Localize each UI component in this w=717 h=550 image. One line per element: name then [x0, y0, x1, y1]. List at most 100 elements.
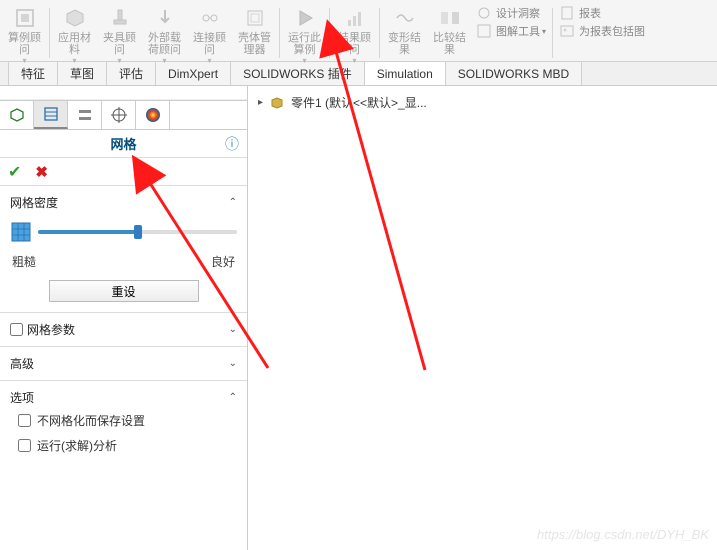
- separator: [329, 8, 330, 58]
- panel-tab-2[interactable]: [34, 101, 68, 129]
- chevron-up-icon: ⌃: [229, 392, 237, 403]
- panel-tab-5[interactable]: [136, 101, 170, 129]
- ribbon-label: 连接顾 问: [193, 32, 226, 56]
- panel-tab-4[interactable]: [102, 101, 136, 129]
- panel-header: 网格 ⓘ: [0, 130, 247, 158]
- mesh-params-checkbox[interactable]: [10, 323, 23, 336]
- mesh-density-header[interactable]: 网格密度 ⌃: [10, 192, 237, 213]
- ribbon-toolbar: 算例顾 问 ▾ 应用材 料 ▾ 夹具顾 问 ▾ 外部载 荷顾问 ▾ 连接顾 问 …: [0, 0, 717, 62]
- external-loads-button[interactable]: 外部载 荷顾问 ▾: [142, 4, 187, 67]
- ribbon-label: 外部载 荷顾问: [148, 32, 181, 56]
- tab-mbd[interactable]: SOLIDWORKS MBD: [446, 62, 582, 85]
- ribbon-label: 结果顾 问: [338, 32, 371, 56]
- load-icon: [153, 6, 177, 30]
- panel-tab-3[interactable]: [68, 101, 102, 129]
- coarse-label: 粗糙: [12, 253, 36, 270]
- study-advisor-button[interactable]: 算例顾 问 ▾: [2, 4, 47, 67]
- chevron-down-icon: ▾: [207, 56, 211, 65]
- report-button[interactable]: 报表: [559, 4, 645, 22]
- slider-labels: 粗糙 良好: [10, 253, 237, 270]
- fine-label: 良好: [211, 253, 235, 270]
- cancel-button[interactable]: ✖: [35, 163, 48, 181]
- mesh-density-icon: [10, 221, 32, 243]
- option-run-solve[interactable]: 运行(求解)分析: [10, 433, 237, 458]
- advanced-header[interactable]: 高级 ⌄: [10, 353, 237, 374]
- design-insight-button[interactable]: 设计洞察: [476, 4, 546, 22]
- mesh-params-section: 网格参数 ⌄: [0, 313, 247, 347]
- shell-manager-button[interactable]: 壳体管 理器: [232, 4, 277, 58]
- chevron-down-icon: ▾: [352, 56, 356, 65]
- chevron-down-icon: ⌄: [229, 358, 237, 369]
- ribbon-small-label: 图解工具: [496, 23, 540, 39]
- option-no-mesh-save[interactable]: 不网格化而保存设置: [10, 408, 237, 433]
- chevron-down-icon: ⌄: [229, 324, 237, 335]
- ribbon-small-label: 报表: [579, 5, 601, 21]
- ribbon-report-group: 报表 为报表包括图: [555, 4, 649, 40]
- results-icon: [343, 6, 367, 30]
- panel-tab-1[interactable]: [0, 101, 34, 129]
- slider-thumb[interactable]: [134, 225, 142, 239]
- plot-icon: [476, 23, 492, 39]
- checkbox[interactable]: [18, 439, 31, 452]
- apply-material-button[interactable]: 应用材 料 ▾: [52, 4, 97, 67]
- run-study-button[interactable]: 运行此 算例 ▾: [282, 4, 327, 67]
- ribbon-label: 比较结 果: [433, 32, 466, 56]
- insight-icon: [476, 5, 492, 21]
- ribbon-small-label: 设计洞察: [496, 5, 540, 21]
- panel-tab-strip: [0, 100, 247, 130]
- deformed-result-button[interactable]: 变形结 果: [382, 4, 427, 58]
- panel-title: 网格: [110, 134, 136, 153]
- chevron-down-icon: ▾: [302, 56, 306, 65]
- section-title: 选项: [10, 389, 34, 406]
- results-advisor-button[interactable]: 结果顾 问 ▾: [332, 4, 377, 67]
- shell-icon: [243, 6, 267, 30]
- separator: [49, 8, 50, 58]
- mesh-density-slider[interactable]: [38, 230, 237, 234]
- ribbon-label: 应用材 料: [58, 32, 91, 56]
- tree-expand-icon[interactable]: ▸: [258, 97, 263, 108]
- feature-tree-row[interactable]: ▸ 零件1 (默认<<默认>_显...: [254, 92, 711, 113]
- ribbon-label: 运行此 算例: [288, 32, 321, 56]
- include-image-button[interactable]: 为报表包括图: [559, 22, 645, 40]
- separator: [379, 8, 380, 58]
- compare-results-button[interactable]: 比较结 果: [427, 4, 472, 58]
- options-section: 选项 ⌃ 不网格化而保存设置 运行(求解)分析: [0, 381, 247, 464]
- material-icon: [63, 6, 87, 30]
- help-icon[interactable]: ⓘ: [225, 134, 239, 154]
- reset-button[interactable]: 重设: [49, 280, 199, 302]
- main-area: 网格 ⓘ ✔ ✖ 网格密度 ⌃ 粗糙 良好 重设: [0, 86, 717, 550]
- property-panel: 网格 ⓘ ✔ ✖ 网格密度 ⌃ 粗糙 良好 重设: [0, 86, 248, 550]
- ribbon-small-label: 为报表包括图: [579, 23, 645, 39]
- connections-advisor-button[interactable]: 连接顾 问 ▾: [187, 4, 232, 67]
- section-title: 网格密度: [10, 194, 58, 211]
- chevron-down-icon: ▾: [542, 27, 546, 36]
- ribbon-label: 变形结 果: [388, 32, 421, 56]
- mesh-density-section: 网格密度 ⌃ 粗糙 良好 重设: [0, 186, 247, 313]
- separator: [552, 8, 553, 58]
- graphics-area[interactable]: ▸ 零件1 (默认<<默认>_显... https://blog.csdn.ne…: [248, 86, 717, 550]
- option-label: 运行(求解)分析: [37, 437, 117, 454]
- ribbon-label: 夹具顾 问: [103, 32, 136, 56]
- appearance-icon: [144, 106, 162, 124]
- chevron-down-icon: ▾: [22, 56, 26, 65]
- options-header[interactable]: 选项 ⌃: [10, 387, 237, 408]
- part-icon: [269, 95, 285, 111]
- watermark: https://blog.csdn.net/DYH_BK: [537, 527, 709, 542]
- checkbox[interactable]: [18, 414, 31, 427]
- mesh-params-header[interactable]: 网格参数 ⌄: [10, 319, 237, 340]
- separator: [279, 8, 280, 58]
- run-icon: [293, 6, 317, 30]
- ribbon-side-group: 设计洞察 图解工具 ▾: [472, 4, 550, 40]
- target-icon: [110, 106, 128, 124]
- plot-tools-button[interactable]: 图解工具 ▾: [476, 22, 546, 40]
- ribbon-label: 壳体管 理器: [238, 32, 271, 56]
- tree-item-label: 零件1 (默认<<默认>_显...: [291, 94, 427, 111]
- ok-button[interactable]: ✔: [8, 162, 21, 182]
- density-slider-row: [10, 221, 237, 243]
- config-icon: [76, 106, 94, 124]
- chevron-up-icon: ⌃: [229, 197, 237, 208]
- fixture-advisor-button[interactable]: 夹具顾 问 ▾: [97, 4, 142, 67]
- ribbon-label: 算例顾 问: [8, 32, 41, 56]
- section-title: 网格参数: [27, 321, 75, 338]
- property-icon: [42, 105, 60, 123]
